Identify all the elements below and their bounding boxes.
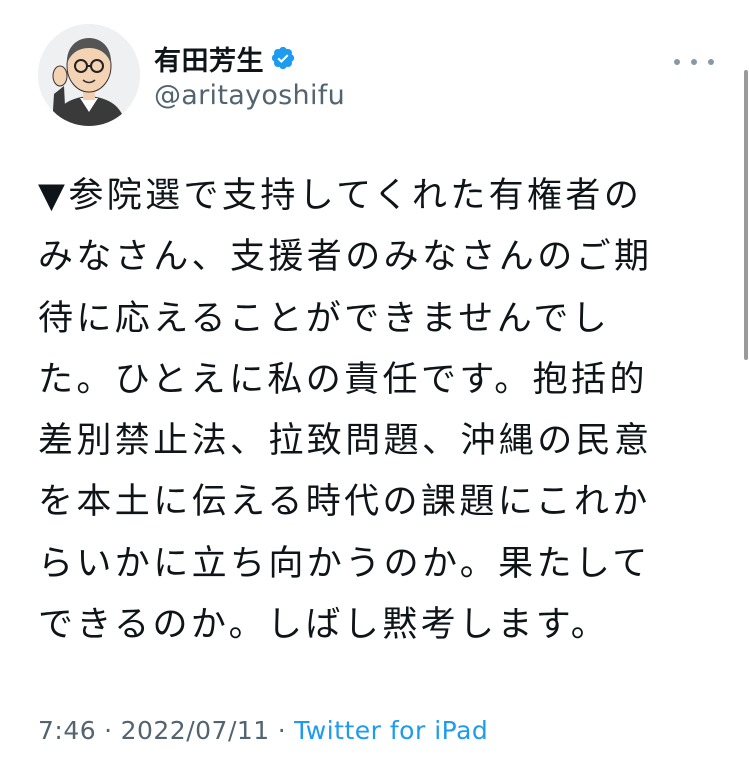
avatar[interactable] [38, 24, 140, 126]
tweet-line: できるのか。しばし黙考します。 [38, 605, 610, 646]
author-handle[interactable]: @aritayoshifu [154, 80, 345, 111]
name-row: 有田芳生 [154, 39, 345, 78]
tweet-date[interactable]: 2022/07/11 [121, 716, 270, 745]
tweet-line: みなさん、支援者のみなさんのご期 [38, 237, 653, 278]
tweet-line: ▼参院選で支持してくれた有権者の [38, 176, 643, 216]
tweet-time[interactable]: 7:46 [38, 716, 96, 745]
meta-separator: · [277, 716, 287, 745]
tweet-line: を本土に伝える時代の課題にこれか [38, 482, 651, 523]
dot-icon [674, 59, 680, 65]
scrollbar[interactable] [744, 70, 748, 360]
tweet-line: 差別禁止法、拉致問題、沖縄の民意 [38, 421, 653, 462]
dot-icon [691, 59, 697, 65]
tweet-meta: 7:46 · 2022/07/11 · Twitter for iPad [38, 716, 488, 745]
tweet-source-link[interactable]: Twitter for iPad [294, 716, 488, 745]
tweet-line: らいかに立ち向かうのか。果たして [38, 543, 651, 584]
verified-badge-icon [270, 45, 296, 71]
meta-separator: · [104, 716, 113, 745]
caricature-avatar-icon [38, 24, 140, 126]
tweet-header: 有田芳生 @aritayoshifu [38, 24, 728, 128]
tweet-text: ▼参院選で支持してくれた有権者の みなさん、支援者のみなさんのご期 待に応えることが… [38, 166, 713, 656]
tweet-line: た。ひとえに私の責任です。抱括的 [38, 359, 648, 400]
dot-icon [708, 59, 714, 65]
display-name[interactable]: 有田芳生 [154, 39, 264, 78]
more-options-icon[interactable] [674, 52, 714, 72]
tweet-line: 待に応えることができませんでし [38, 298, 611, 339]
author-block: 有田芳生 @aritayoshifu [154, 39, 345, 112]
tweet-card: 有田芳生 @aritayoshifu ▼参院選で支持してくれた有権者の みなさん、… [0, 0, 749, 776]
